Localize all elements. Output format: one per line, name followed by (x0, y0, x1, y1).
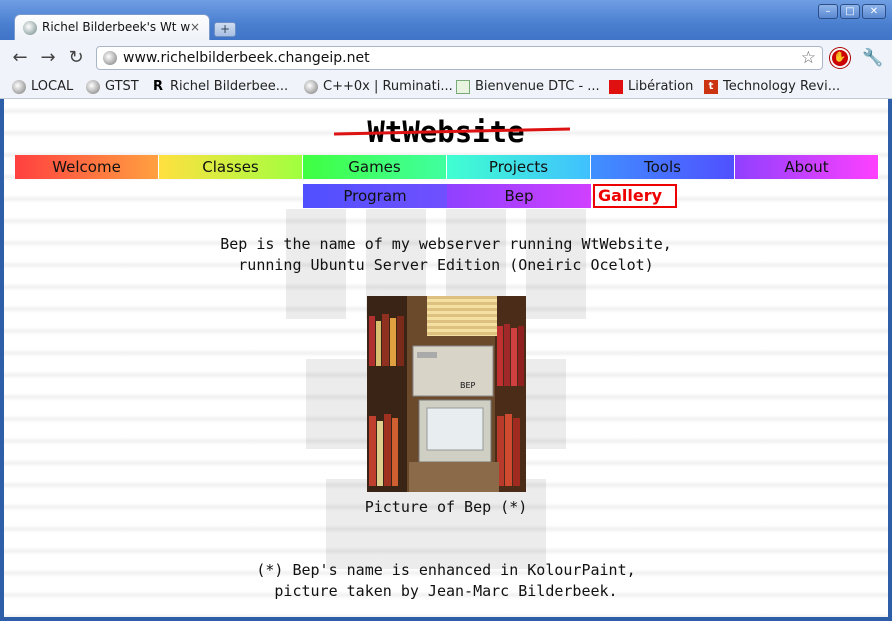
globe-icon (304, 79, 318, 94)
photo-bep-label: BEP (460, 381, 476, 390)
adblock-icon[interactable]: ✋ (830, 48, 850, 68)
liberation-icon (609, 79, 623, 94)
wrench-menu-icon[interactable]: 🔧 (862, 48, 883, 68)
tab-close-button[interactable]: × (190, 20, 200, 34)
back-arrow-icon[interactable]: ← (10, 48, 30, 68)
bookmark-label: LOCAL (31, 79, 74, 94)
submenu-item-gallery[interactable]: Gallery (593, 184, 677, 208)
bookmark-gtst[interactable]: GTST (86, 79, 139, 94)
bookmark-dtc[interactable]: Bienvenue DTC - ... (456, 79, 600, 94)
tr-logo-icon: t (704, 79, 718, 94)
menu-item-projects[interactable]: Projects (447, 155, 591, 179)
bookmark-star-icon[interactable]: ☆ (801, 48, 816, 68)
bookmark-label: Technology Revi... (723, 79, 841, 94)
menu-item-welcome[interactable]: Welcome (15, 155, 159, 179)
close-window-button[interactable]: ✕ (862, 4, 886, 19)
window-titlebar: Richel Bilderbeek's Wt we × + – □ ✕ (0, 0, 892, 41)
main-menu: Welcome Classes Games Projects Tools Abo… (15, 155, 879, 179)
page-viewport[interactable]: WtWebsite Welcome Classes Games Projects… (4, 99, 888, 617)
bookmark-label: C++0x | Ruminati... (323, 79, 453, 94)
bookmark-liberation[interactable]: Libération (609, 79, 693, 94)
menu-item-games[interactable]: Games (303, 155, 447, 179)
window-controls: – □ ✕ (818, 4, 886, 19)
footnote: (*) Bep's name is enhanced in KolourPain… (4, 560, 888, 602)
bookmark-richel[interactable]: R Richel Bilderbee... (151, 79, 288, 94)
intro-text: Bep is the name of my webserver running … (4, 234, 888, 276)
bookmark-cpp0x[interactable]: C++0x | Ruminati... (304, 79, 453, 94)
maximize-button[interactable]: □ (840, 4, 860, 19)
submenu-item-program[interactable]: Program (303, 184, 447, 208)
intro-line: running Ubuntu Server Edition (Oneiric O… (238, 256, 654, 274)
sub-menu: Program Bep Gallery (303, 184, 677, 208)
bookmarks-bar: LOCAL GTST R Richel Bilderbee... C++0x |… (0, 76, 892, 99)
photo-caption: Picture of Bep (*) (364, 498, 528, 516)
footnote-line: picture taken by Jean-Marc Bilderbeek. (274, 582, 618, 600)
window-bottom-border (0, 617, 892, 621)
globe-icon (12, 79, 26, 94)
globe-icon (86, 79, 100, 94)
reload-icon[interactable]: ↻ (66, 48, 86, 68)
new-tab-button[interactable]: + (214, 22, 236, 37)
browser-tab[interactable]: Richel Bilderbeek's Wt we × (14, 14, 210, 41)
submenu-item-bep[interactable]: Bep (447, 184, 591, 208)
url-text: www.richelbilderbeek.changeip.net (123, 50, 370, 66)
bookmark-label: Richel Bilderbee... (170, 79, 289, 94)
bep-server-photo: BEP (367, 296, 526, 492)
bookmark-label: Libération (628, 79, 694, 94)
menu-item-about[interactable]: About (735, 155, 879, 179)
browser-toolbar: ← → ↻ www.richelbilderbeek.changeip.net … (0, 40, 892, 76)
rb-logo-icon: R (152, 78, 163, 94)
footnote-line: (*) Bep's name is enhanced in KolourPain… (256, 561, 636, 579)
globe-icon (23, 21, 37, 35)
bookmark-label: Bienvenue DTC - ... (475, 79, 600, 94)
dtc-icon (456, 79, 470, 94)
bookmark-label: GTST (105, 79, 139, 94)
bookmark-technology-review[interactable]: t Technology Revi... (704, 79, 840, 94)
forward-arrow-icon[interactable]: → (38, 48, 58, 68)
menu-item-classes[interactable]: Classes (159, 155, 303, 179)
tab-title: Richel Bilderbeek's Wt we (42, 20, 190, 34)
globe-icon (103, 51, 117, 65)
menu-item-tools[interactable]: Tools (591, 155, 735, 179)
address-bar[interactable]: www.richelbilderbeek.changeip.net ☆ (96, 46, 823, 70)
bookmark-local[interactable]: LOCAL (12, 79, 73, 94)
intro-line: Bep is the name of my webserver running … (220, 235, 672, 253)
minimize-button[interactable]: – (818, 4, 838, 19)
